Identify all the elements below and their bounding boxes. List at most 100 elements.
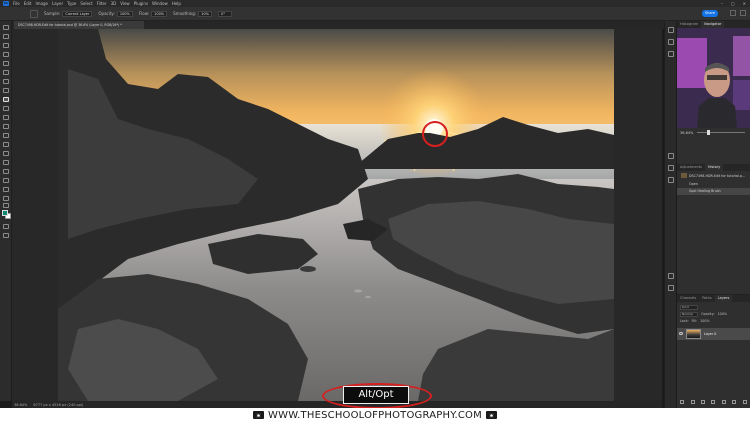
- gradient-tool-icon[interactable]: [3, 142, 9, 147]
- group-icon[interactable]: [721, 399, 726, 404]
- angle-field[interactable]: 0°: [218, 10, 233, 17]
- adjustments-icon[interactable]: [668, 165, 674, 171]
- history-item-open[interactable]: Open: [677, 181, 750, 188]
- maximize-icon[interactable]: ▢: [731, 1, 735, 6]
- tab-history[interactable]: History: [704, 164, 724, 171]
- angle-option: 0°: [218, 10, 233, 17]
- visibility-eye-icon[interactable]: [679, 332, 683, 335]
- spot-healing-brush-icon[interactable]: [30, 9, 38, 18]
- history-snapshot[interactable]: DSC7498-HDR-Edit for tutorial.p...: [677, 171, 750, 181]
- blur-tool-icon[interactable]: [3, 151, 9, 156]
- history-tabs: Adjustments History: [677, 164, 750, 171]
- layer-opacity-value[interactable]: 100%: [718, 312, 727, 316]
- layers-tabs: Channels Paths Layers: [677, 295, 750, 302]
- layer-kind-filter[interactable]: Kind: [680, 304, 698, 310]
- quick-select-tool-icon[interactable]: [3, 61, 9, 66]
- document-tab[interactable]: DSC7498-HDR-Edit for tutorial.psd @ 36.6…: [14, 21, 144, 29]
- layers-panel-icon[interactable]: [668, 273, 674, 279]
- smoothing-field[interactable]: 10%: [198, 10, 213, 17]
- menu-select[interactable]: Select: [80, 1, 92, 6]
- menu-image[interactable]: Image: [35, 1, 48, 6]
- move-tool-icon[interactable]: [3, 25, 9, 30]
- tab-channels[interactable]: Channels: [677, 295, 699, 302]
- search-icon[interactable]: [730, 10, 736, 16]
- menu-filter[interactable]: Filter: [97, 1, 107, 6]
- sample-option: Sample: Current Layer: [44, 10, 93, 17]
- minimize-icon[interactable]: –: [721, 1, 723, 6]
- layer-name[interactable]: Layer 0: [704, 328, 716, 340]
- flow-label: Flow:: [138, 11, 150, 16]
- navigator-zoom-value[interactable]: 36.64%: [680, 131, 693, 135]
- menu-plugins[interactable]: Plugins: [134, 1, 148, 6]
- zoom-slider[interactable]: [697, 132, 745, 133]
- hand-tool-icon[interactable]: [3, 196, 9, 201]
- history-item-spot-healing[interactable]: Spot Healing Brush: [677, 188, 750, 195]
- zoom-readout[interactable]: 36.64%: [14, 403, 27, 407]
- quick-mask-icon[interactable]: [3, 224, 9, 229]
- layer-style-icon[interactable]: [690, 399, 695, 404]
- color-icon[interactable]: [668, 51, 674, 57]
- layer-row[interactable]: Layer 0: [677, 328, 750, 340]
- eyedropper-tool-icon[interactable]: [3, 88, 9, 93]
- menu-file[interactable]: File: [13, 1, 20, 6]
- document-info[interactable]: 6777 px x 4516 px (240 ppi): [33, 403, 83, 407]
- sun-highlight-circle: [422, 121, 448, 147]
- tab-paths[interactable]: Paths: [699, 295, 715, 302]
- channels-icon[interactable]: [668, 285, 674, 291]
- brush-tool-icon[interactable]: [3, 106, 9, 111]
- menu-3d[interactable]: 3D: [111, 1, 117, 6]
- menu-edit[interactable]: Edit: [24, 1, 32, 6]
- fill-label: Fill:: [691, 319, 698, 323]
- trash-icon[interactable]: [742, 399, 747, 404]
- opacity-field[interactable]: 100%: [116, 10, 133, 17]
- adjustment-layer-icon[interactable]: [711, 399, 716, 404]
- window-controls: – ▢ ✕: [721, 1, 746, 6]
- workspace-icon[interactable]: [740, 10, 746, 16]
- clone-stamp-tool-icon[interactable]: [3, 115, 9, 120]
- artboard-tool-icon[interactable]: [3, 34, 9, 39]
- blend-mode-select[interactable]: Normal: [680, 311, 698, 317]
- flow-field[interactable]: 100%: [151, 10, 168, 17]
- menu-window[interactable]: Window: [152, 1, 168, 6]
- tab-histogram[interactable]: Histogram: [677, 21, 701, 28]
- navigator-tabs: Histogram Navigator: [677, 21, 750, 28]
- tab-adjustments[interactable]: Adjustments: [677, 164, 705, 171]
- libraries-icon[interactable]: [668, 177, 674, 183]
- tab-layers[interactable]: Layers: [714, 295, 733, 302]
- zoom-tool-icon[interactable]: [3, 203, 9, 208]
- menu-layer[interactable]: Layer: [52, 1, 63, 6]
- canvas-area[interactable]: [12, 29, 662, 401]
- type-tool-icon[interactable]: [3, 178, 9, 183]
- share-button[interactable]: Share: [702, 10, 718, 17]
- menu-type[interactable]: Type: [67, 1, 76, 6]
- tab-navigator[interactable]: Navigator: [701, 21, 725, 28]
- frame-tool-icon[interactable]: [3, 79, 9, 84]
- add-mask-icon[interactable]: [701, 399, 706, 404]
- dodge-tool-icon[interactable]: [3, 160, 9, 165]
- menu-bar: Ps File Edit Image Layer Type Select Fil…: [0, 0, 750, 7]
- pen-tool-icon[interactable]: [3, 169, 9, 174]
- foreground-color-swatch[interactable]: [2, 210, 8, 216]
- navigator-icon[interactable]: [668, 27, 674, 33]
- history-panel-icon[interactable]: [668, 153, 674, 159]
- link-layers-icon[interactable]: [680, 399, 685, 404]
- properties-icon[interactable]: [668, 39, 674, 45]
- new-layer-icon[interactable]: [732, 399, 737, 404]
- menu-view[interactable]: View: [120, 1, 130, 6]
- crop-tool-icon[interactable]: [3, 70, 9, 75]
- landscape-photo[interactable]: [58, 29, 614, 401]
- menu-help[interactable]: Help: [172, 1, 181, 6]
- photoshop-logo: Ps: [3, 1, 9, 6]
- options-bar: Sample: Current Layer Opacity: 100% Flow…: [0, 7, 750, 21]
- eraser-tool-icon[interactable]: [3, 133, 9, 138]
- marquee-tool-icon[interactable]: [3, 43, 9, 48]
- sample-select[interactable]: Current Layer: [62, 10, 93, 17]
- spot-healing-tool-icon[interactable]: [3, 97, 9, 102]
- history-brush-tool-icon[interactable]: [3, 124, 9, 129]
- screen-mode-icon[interactable]: [3, 233, 9, 238]
- lasso-tool-icon[interactable]: [3, 52, 9, 57]
- zoom-slider-knob[interactable]: [707, 130, 710, 135]
- fill-value[interactable]: 100%: [700, 319, 709, 323]
- close-icon[interactable]: ✕: [743, 1, 746, 6]
- path-select-tool-icon[interactable]: [3, 187, 9, 192]
